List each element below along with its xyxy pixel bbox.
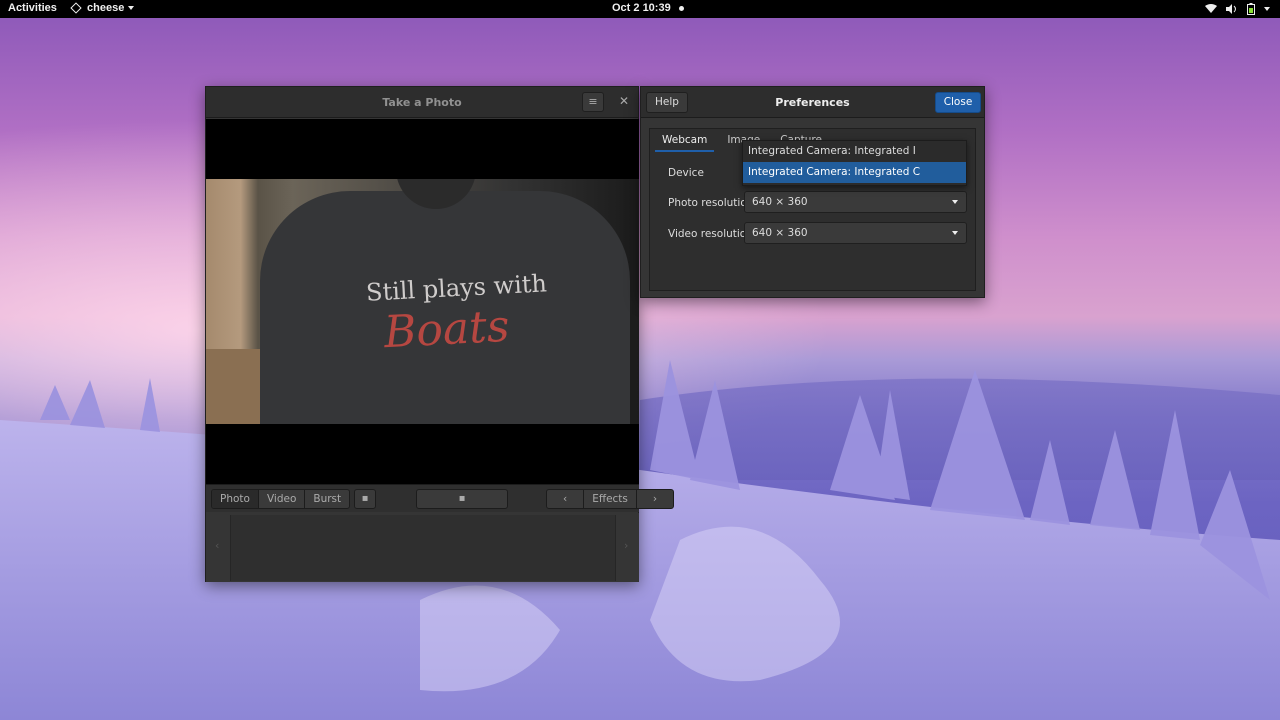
close-window-button[interactable]: ✕ [617, 94, 631, 108]
switch-camera-button[interactable]: ▪ [354, 489, 376, 509]
camera-switch-icon: ▪ [361, 493, 369, 504]
close-icon: ✕ [618, 94, 630, 108]
thumbnail-strip[interactable] [230, 515, 616, 581]
system-tray[interactable] [1205, 3, 1270, 15]
preferences-titlebar: Help Preferences Close [641, 87, 984, 118]
window-title: Take a Photo [382, 96, 462, 109]
video-resolution-select[interactable]: 640 × 360 [744, 222, 967, 244]
mode-video-button[interactable]: Video [259, 490, 306, 508]
clock[interactable]: Oct 2 10:39 [612, 2, 684, 14]
mode-photo-button[interactable]: Photo [212, 490, 259, 508]
mode-burst-button[interactable]: Burst [305, 490, 349, 508]
app-menu-label: cheese [87, 2, 125, 14]
close-button[interactable]: Close [935, 92, 981, 113]
device-option-selected[interactable]: Integrated Camera: Integrated C [743, 162, 966, 183]
dropdown-arrow-icon [952, 200, 958, 204]
clock-label: Oct 2 10:39 [612, 2, 671, 14]
chevron-right-icon: › [652, 493, 658, 505]
thumbnail-area: ‹ › [206, 513, 639, 582]
cheese-window: Take a Photo ≡ ✕ Still plays with Boats … [205, 86, 675, 582]
preferences-title: Preferences [775, 96, 850, 109]
video-resolution-value: 640 × 360 [752, 227, 808, 239]
camera-viewport: Still plays with Boats [206, 119, 639, 484]
thumbnails-prev-button[interactable]: ‹ [215, 539, 219, 552]
menu-icon: ≡ [588, 95, 598, 108]
effects-next-button[interactable]: › [637, 490, 673, 508]
device-option[interactable]: Integrated Camera: Integrated I [743, 141, 966, 162]
effects-prev-button[interactable]: ‹ [547, 490, 585, 508]
cheese-toolbar: Photo Video Burst ▪ ▪ ‹ Effects › [206, 484, 675, 512]
effects-button[interactable]: Effects [584, 490, 637, 508]
wifi-icon [1205, 4, 1217, 13]
chevron-left-icon: ‹ [215, 539, 220, 552]
notification-dot-icon [678, 5, 684, 11]
video-resolution-label: Video resolution [668, 228, 753, 240]
chevron-down-icon [128, 6, 135, 10]
cheese-titlebar: Take a Photo ≡ ✕ [206, 87, 638, 118]
tab-webcam[interactable]: Webcam [655, 128, 715, 152]
chevron-right-icon: › [624, 539, 629, 552]
menu-button[interactable]: ≡ [582, 92, 604, 112]
device-label: Device [668, 167, 704, 179]
preferences-dialog: Help Preferences Close Webcam Image Capt… [640, 86, 985, 298]
activities-button[interactable]: Activities [8, 2, 57, 14]
volume-icon [1226, 4, 1236, 14]
chevron-left-icon: ‹ [563, 493, 568, 505]
device-dropdown-popup: Integrated Camera: Integrated I Integrat… [742, 140, 967, 186]
photo-resolution-value: 640 × 360 [752, 196, 808, 208]
app-icon [70, 2, 82, 14]
photo-resolution-select[interactable]: 640 × 360 [744, 191, 967, 213]
shutter-icon: ▪ [458, 493, 466, 504]
power-menu-icon [1264, 7, 1270, 11]
battery-icon [1247, 3, 1255, 15]
thumbnails-next-button[interactable]: › [624, 539, 628, 552]
shirt-text-line2: Boats [382, 300, 511, 359]
mode-switcher: Photo Video Burst [211, 489, 351, 509]
photo-resolution-label: Photo resolution [668, 197, 754, 209]
dropdown-arrow-icon [952, 231, 958, 235]
camera-preview: Still plays with Boats [206, 179, 639, 424]
top-bar: Activities cheese Oct 2 10:39 [0, 0, 1280, 18]
take-photo-button[interactable]: ▪ [416, 489, 508, 509]
effects-switcher: ‹ Effects › [546, 489, 675, 509]
app-menu[interactable]: cheese [70, 2, 135, 14]
